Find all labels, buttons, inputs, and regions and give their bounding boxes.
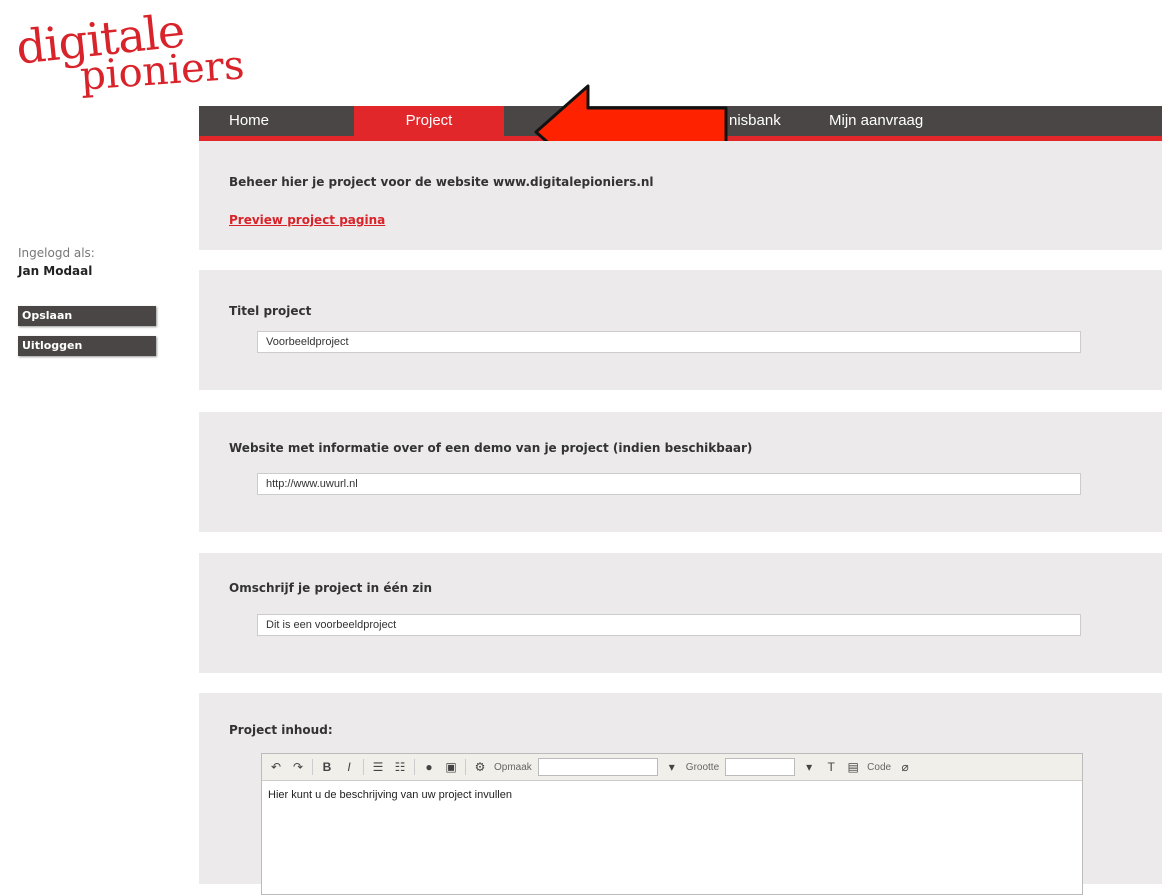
undo-icon[interactable]: ↶ <box>268 759 284 775</box>
unordered-list-icon[interactable]: ☷ <box>392 759 408 775</box>
logout-button[interactable]: Uitloggen <box>18 336 156 356</box>
italic-icon[interactable]: I <box>341 759 357 775</box>
description-label: Omschrijf je project in één zin <box>229 581 432 595</box>
code-label[interactable]: Code <box>867 762 891 773</box>
bold-icon[interactable]: B <box>319 759 335 775</box>
rich-text-editor: ↶ ↷ B I ☰ ☷ ● ▣ ⚙ Opmaak ▾ Grootte ▾ T ▤… <box>261 753 1083 895</box>
toolbar-divider <box>414 759 415 775</box>
website-panel: Website met informatie over of een demo … <box>199 412 1162 532</box>
nav-kennisbank[interactable]: nisbank <box>729 106 781 136</box>
save-button[interactable]: Opslaan <box>18 306 156 326</box>
title-panel: Titel project <box>199 270 1162 390</box>
toolbar-divider <box>363 759 364 775</box>
toolbar-divider <box>312 759 313 775</box>
digitale-pioniers-logo: digitale pioniers <box>12 3 252 112</box>
eraser-icon[interactable]: ⌀ <box>897 759 913 775</box>
nav-mijn-aanvraag[interactable]: Mijn aanvraag <box>829 106 923 136</box>
editor-toolbar: ↶ ↷ B I ☰ ☷ ● ▣ ⚙ Opmaak ▾ Grootte ▾ T ▤… <box>262 754 1082 781</box>
image-icon[interactable]: ▣ <box>443 759 459 775</box>
redo-icon[interactable]: ↷ <box>290 759 306 775</box>
chevron-down-icon[interactable]: ▾ <box>664 759 680 775</box>
user-name: Jan Modaal <box>18 264 93 278</box>
description-panel: Omschrijf je project in één zin <box>199 553 1162 673</box>
chevron-down-icon[interactable]: ▾ <box>801 759 817 775</box>
nav-home[interactable]: Home <box>229 106 349 136</box>
title-input[interactable] <box>257 331 1081 353</box>
website-label: Website met informatie over of een demo … <box>229 441 753 455</box>
size-label: Grootte <box>685 761 720 773</box>
code-icon[interactable]: ▤ <box>845 759 861 775</box>
format-label: Opmaak <box>494 761 532 773</box>
description-input[interactable] <box>257 614 1081 636</box>
intro-panel: Beheer hier je project voor de website w… <box>199 141 1162 250</box>
preview-project-link[interactable]: Preview project pagina <box>229 213 385 227</box>
title-label: Titel project <box>229 304 312 318</box>
content-panel: Project inhoud: ↶ ↷ B I ☰ ☷ ● ▣ ⚙ Opmaak… <box>199 693 1162 895</box>
toolbar-divider <box>465 759 466 775</box>
ordered-list-icon[interactable]: ☰ <box>370 759 386 775</box>
format-icon: ⚙ <box>474 760 486 774</box>
text-color-icon[interactable]: T <box>823 759 839 775</box>
website-input[interactable] <box>257 473 1081 495</box>
content-label: Project inhoud: <box>229 723 333 737</box>
link-icon[interactable]: ● <box>421 759 437 775</box>
intro-text: Beheer hier je project voor de website w… <box>229 175 654 189</box>
logged-in-label: Ingelogd als: <box>18 246 95 260</box>
size-select[interactable] <box>725 758 796 776</box>
format-select[interactable] <box>537 758 658 776</box>
nav-project[interactable]: Project <box>354 106 504 136</box>
editor-body[interactable]: Hier kunt u de beschrijving van uw proje… <box>262 781 1082 809</box>
